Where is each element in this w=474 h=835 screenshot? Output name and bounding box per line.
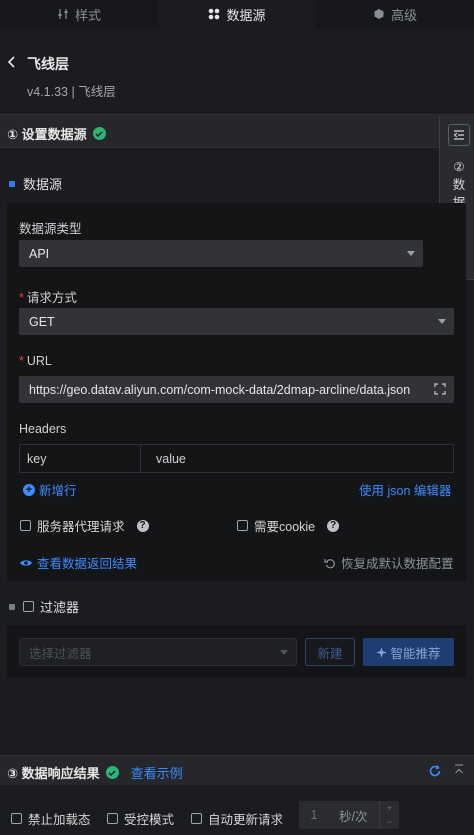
method-label: * 请求方式 [19,291,77,305]
tab-advanced[interactable]: 高级 [316,0,474,28]
data-cluster-icon [209,8,220,20]
tab-datasource[interactable]: 数据源 [158,0,316,28]
proxy-checkbox-row[interactable]: 服务器代理请求 ? [20,516,149,535]
headers-label: Headers [19,422,67,436]
tab-style[interactable]: 样式 [0,0,158,28]
cube-icon [374,9,384,19]
controlled-mode-checkbox[interactable] [107,813,118,824]
sliders-icon [58,9,68,19]
url-label: * URL [19,354,52,368]
disable-loading-row[interactable]: 禁止加载态 [11,809,91,828]
refresh-icon[interactable] [428,764,442,778]
headers-value-cell[interactable]: value [141,445,186,472]
section-title-wrap: ③ 数据响应结果 查看示例 [7,763,183,782]
section-response-header[interactable]: ③ 数据响应结果 查看示例 [0,755,474,785]
component-version: v4.1.33 | 飞线层 [27,85,116,99]
cookie-checkbox[interactable] [237,520,248,531]
undo-icon [324,558,335,568]
auto-update-row[interactable]: 自动更新请求 [191,809,283,828]
tab-datasource-label: 数据源 [226,7,266,23]
url-input[interactable]: https://geo.datav.aliyun.com/com-mock-da… [19,376,454,403]
datasource-label: 数据源 [9,174,62,193]
component-header: 飞线层 v4.1.33 | 飞线层 [0,28,474,114]
section-title: ① 设置数据源 [7,127,87,142]
cookie-checkbox-row[interactable]: 需要cookie ? [237,516,340,535]
chevron-down-icon [280,650,288,655]
eye-icon [20,559,32,566]
auto-update-checkbox[interactable] [191,813,202,824]
section-marker [9,603,15,610]
datasource-config-panel: 数据源类型 API * 请求方式 GET * URL https://geo.dat… [7,203,466,581]
collapse-panel-button[interactable] [448,124,470,146]
chevron-left-icon[interactable] [4,54,20,70]
decrement-icon[interactable]: − [387,817,392,827]
expand-icon[interactable] [434,383,446,395]
help-icon[interactable]: ? [327,519,340,532]
new-filter-button[interactable]: 新建 [305,638,355,666]
headers-key-cell[interactable]: key [20,445,141,472]
sparkle-icon [376,646,388,658]
indent-icon [453,130,464,140]
view-result-link[interactable]: 查看数据返回结果 [19,553,137,572]
headers-table: key value [19,444,454,473]
filter-checkbox[interactable] [23,601,34,612]
section-title-wrap: ① 设置数据源 [7,124,106,143]
smart-recommend-button[interactable]: 智能推荐 [363,638,454,666]
chevron-up-icon[interactable] [453,764,465,776]
increment-icon[interactable]: + [387,803,392,813]
tab-style-label: 样式 [74,7,101,23]
check-circle-icon [92,127,106,140]
interval-value[interactable]: 1 [299,808,329,822]
stepper-arrows[interactable]: + − [379,801,399,829]
filter-label: 过滤器 [9,597,79,616]
response-options: 禁止加载态 受控模式 自动更新请求 1 秒/次 + − [0,785,474,835]
add-row-button[interactable]: + 新增行 [23,480,77,499]
check-circle-icon [105,766,119,779]
section-title: ③ 数据响应结果 [7,766,100,781]
controlled-mode-row[interactable]: 受控模式 [107,809,174,828]
filter-select[interactable]: 选择过滤器 [19,638,297,666]
disable-loading-checkbox[interactable] [11,813,22,824]
interval-unit: 秒/次 [339,809,368,824]
section-datasource-header[interactable]: ① 设置数据源 [0,114,474,148]
chevron-down-icon [407,251,415,256]
tab-bar: 样式 数据源 高级 [0,0,474,28]
request-method-select[interactable]: GET [19,308,454,335]
datasource-type-select[interactable]: API [19,240,423,267]
section-marker [9,180,15,187]
interval-stepper[interactable]: 1 秒/次 + − [299,801,399,829]
restore-default-link[interactable]: 恢复成默认数据配置 [324,553,454,572]
chevron-down-icon [438,319,446,324]
proxy-checkbox[interactable] [20,520,31,531]
view-sample-link[interactable]: 查看示例 [131,763,183,782]
filter-panel: 选择过滤器 新建 智能推荐 [7,625,466,678]
component-title: 飞线层 [27,56,69,72]
type-label: 数据源类型 [19,222,82,236]
tab-advanced-label: 高级 [390,7,417,23]
json-editor-link[interactable]: 使用 json 编辑器 [359,480,451,499]
help-icon[interactable]: ? [136,519,149,532]
plus-circle-icon: + [23,483,35,496]
